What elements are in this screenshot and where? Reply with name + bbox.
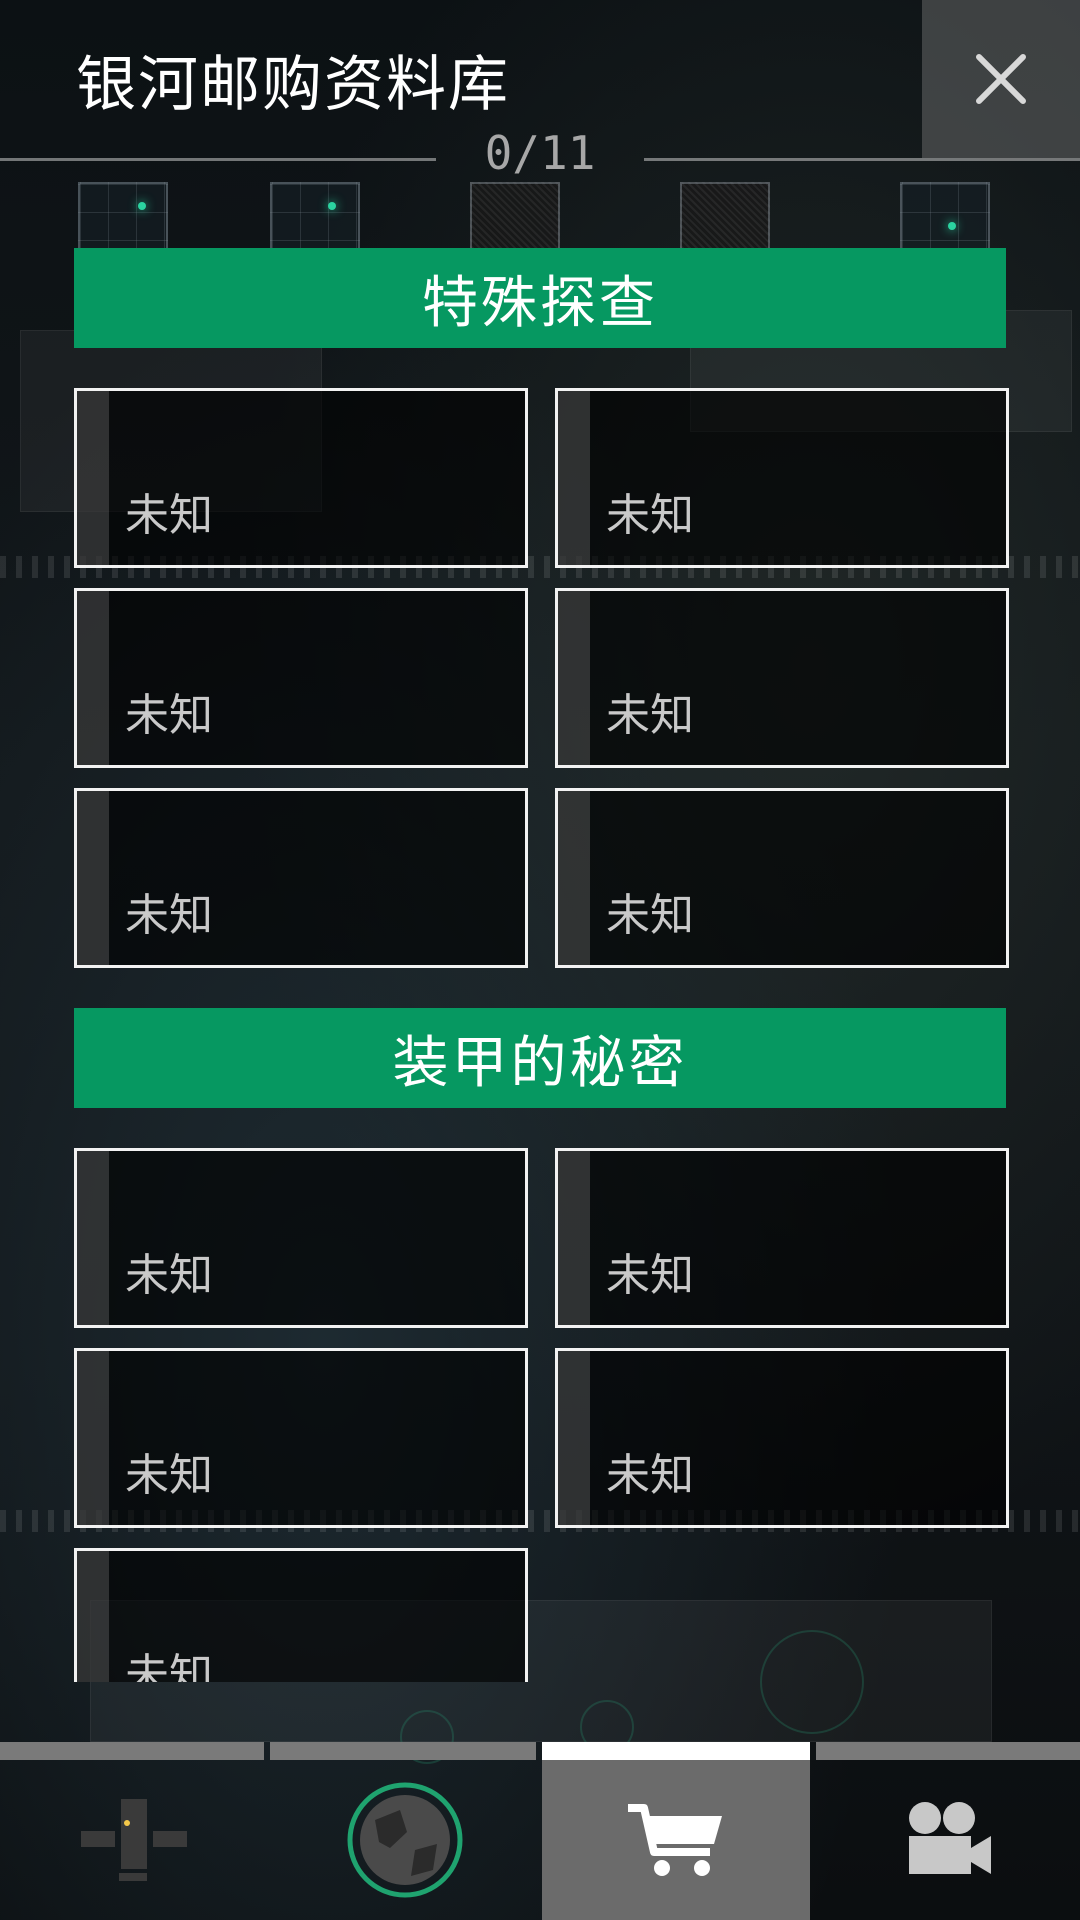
galaxy-mail-order-library-screen: 银河邮购资料库 特殊探查 未知 未知 未知 未知 未知 未知 装甲的秘密 未知 …: [0, 0, 1080, 1920]
library-entry-card[interactable]: 未知: [555, 1348, 1009, 1528]
library-entry-card[interactable]: 未知: [555, 588, 1009, 768]
card-label: 未知: [125, 890, 213, 941]
library-entry-card[interactable]: 未知: [74, 1548, 528, 1682]
card-label: 未知: [606, 890, 694, 941]
card-side-bar: [77, 1351, 109, 1525]
library-entry-card[interactable]: 未知: [74, 788, 528, 968]
card-label: 未知: [125, 690, 213, 741]
card-side-bar: [558, 791, 590, 965]
section-header-armor-secrets: 装甲的秘密: [74, 1008, 1006, 1108]
card-side-bar: [77, 791, 109, 965]
tab-indicator: [0, 1742, 264, 1760]
library-entry-card[interactable]: 未知: [74, 388, 528, 568]
video-camera-icon: [909, 1802, 991, 1874]
tab-shop[interactable]: [542, 1760, 810, 1920]
tab-planet[interactable]: [270, 1760, 540, 1920]
planet-globe-icon: [347, 1782, 463, 1898]
card-side-bar: [558, 591, 590, 765]
tab-indicator-active: [542, 1742, 810, 1760]
tab-controller[interactable]: [0, 1760, 267, 1920]
collection-progress: 0/11: [484, 126, 596, 180]
card-side-bar: [558, 391, 590, 565]
card-side-bar: [558, 1351, 590, 1525]
tab-indicator: [270, 1742, 536, 1760]
controller-icon: [80, 1799, 187, 1881]
card-side-bar: [77, 1151, 109, 1325]
card-side-bar: [77, 591, 109, 765]
card-label: 未知: [125, 1450, 213, 1501]
card-label: 未知: [606, 1450, 694, 1501]
tab-indicator: [816, 1742, 1080, 1760]
tab-video[interactable]: [816, 1760, 1080, 1920]
card-side-bar: [558, 1151, 590, 1325]
library-entry-card[interactable]: 未知: [74, 1148, 528, 1328]
card-label: 未知: [606, 490, 694, 541]
shopping-cart-icon: [628, 1804, 722, 1876]
library-entry-card[interactable]: 未知: [555, 388, 1009, 568]
card-label: 未知: [606, 690, 694, 741]
library-entry-card[interactable]: 未知: [74, 1348, 528, 1528]
card-label: 未知: [125, 1650, 213, 1682]
library-list[interactable]: 特殊探查 未知 未知 未知 未知 未知 未知 装甲的秘密 未知 未知 未知 未知…: [0, 0, 1080, 1682]
card-label: 未知: [125, 1250, 213, 1301]
card-label: 未知: [606, 1250, 694, 1301]
library-entry-card[interactable]: 未知: [74, 588, 528, 768]
card-side-bar: [77, 391, 109, 565]
card-label: 未知: [125, 490, 213, 541]
bottom-nav: [0, 1742, 1080, 1920]
card-side-bar: [77, 1551, 109, 1682]
library-entry-card[interactable]: 未知: [555, 788, 1009, 968]
section-header-special-investigation: 特殊探查: [74, 248, 1006, 348]
library-entry-card[interactable]: 未知: [555, 1148, 1009, 1328]
